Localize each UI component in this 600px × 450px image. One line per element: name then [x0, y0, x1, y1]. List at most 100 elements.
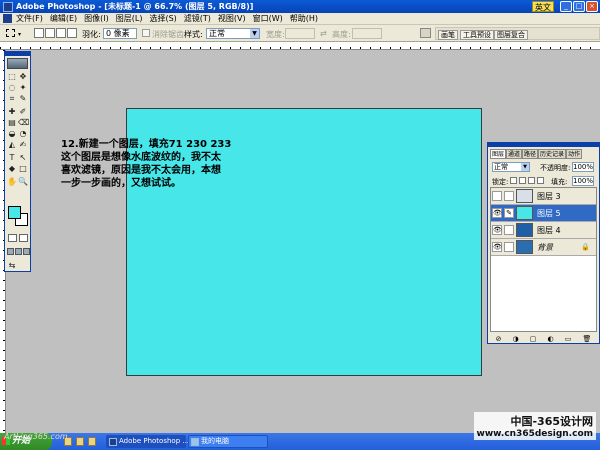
eraser-tool-icon[interactable]: ◒	[7, 129, 17, 139]
magic-wand-tool-icon[interactable]: ✦	[18, 83, 28, 93]
palette-tabs: 图层 通道 路径 历史记录 动作	[490, 149, 597, 159]
feather-field[interactable]: 0 像素	[103, 28, 137, 39]
pen-tool-icon[interactable]: ◆	[7, 164, 17, 174]
toolbox-palette: ⬚ ✥ ◌ ✦ ⌗ ✎ ✚ ✐ ▤ ⌫ ◒ ◔ ◭ ✍ T ↖ ◆ □ ✋ 🔍 …	[4, 51, 31, 272]
menu-window[interactable]: 窗口(W)	[253, 13, 283, 24]
horizontal-ruler[interactable]	[0, 42, 600, 50]
layer-row[interactable]: 👁 图层 4	[491, 222, 596, 239]
fill-field[interactable]: 100%	[572, 176, 594, 186]
feather-label: 羽化:	[82, 30, 101, 39]
well-tab-brushes[interactable]: 画笔	[438, 30, 458, 40]
close-button[interactable]: ×	[586, 1, 598, 12]
standard-screen-button[interactable]	[7, 248, 14, 255]
tab-layers[interactable]: 图层	[490, 149, 507, 159]
trash-icon[interactable]: 🗑	[583, 334, 592, 344]
link-toggle[interactable]	[504, 225, 514, 235]
file-browser-icon[interactable]	[420, 28, 431, 38]
quicklaunch-icon[interactable]	[88, 437, 96, 446]
path-selection-tool-icon[interactable]: ↖	[18, 153, 28, 163]
caption-line: 喜欢滤镜，原因是我不太会用，本想	[61, 165, 221, 176]
eye-icon[interactable]: 👁	[492, 208, 502, 218]
opacity-field[interactable]: 100%	[572, 162, 594, 172]
standard-mode-button[interactable]	[8, 234, 17, 242]
lasso-tool-icon[interactable]: ◌	[7, 83, 17, 93]
menu-select[interactable]: 选择(S)	[149, 13, 176, 24]
photoshop-app-icon[interactable]	[3, 1, 13, 12]
intersect-selection-button[interactable]	[67, 28, 77, 38]
menu-filter[interactable]: 滤镜(T)	[184, 13, 211, 24]
tab-actions[interactable]: 动作	[566, 149, 583, 159]
link-toggle[interactable]	[504, 191, 514, 201]
imageready-jump-icon[interactable]: ⇆	[7, 261, 17, 271]
add-selection-button[interactable]	[45, 28, 55, 38]
eye-icon[interactable]: 👁	[492, 225, 502, 235]
blend-mode-select[interactable]: 正常 ▼	[492, 162, 530, 172]
quicklaunch-icon[interactable]	[76, 437, 84, 446]
link-layers-icon[interactable]: ⊘	[496, 334, 502, 344]
menu-help[interactable]: 帮助(H)	[290, 13, 318, 24]
document-icon[interactable]	[3, 14, 12, 23]
history-brush-tool-icon[interactable]: ⌫	[18, 118, 29, 128]
type-tool-icon[interactable]: T	[7, 153, 17, 163]
brush-tool-icon[interactable]: ✐	[18, 107, 28, 117]
tool-preset-caret-icon[interactable]: ▾	[18, 31, 21, 38]
foreground-color-swatch[interactable]	[8, 206, 21, 219]
antialias-checkbox[interactable]	[142, 29, 150, 37]
hand-tool-icon[interactable]: ✋	[7, 177, 17, 187]
layer-mask-icon[interactable]: ▢	[530, 334, 537, 344]
layer-style-icon[interactable]: ◑	[513, 334, 519, 344]
tab-paths[interactable]: 路径	[522, 149, 539, 159]
move-tool-icon[interactable]: ✥	[18, 72, 28, 82]
lock-position-checkbox[interactable]	[528, 177, 535, 184]
full-screen-button[interactable]	[23, 248, 30, 255]
gradient-tool-icon[interactable]: ◔	[18, 129, 28, 139]
blur-tool-icon[interactable]: ◭	[7, 140, 17, 150]
new-selection-button[interactable]	[34, 28, 44, 38]
menu-file[interactable]: 文件(F)	[16, 13, 43, 24]
quick-mask-button[interactable]	[19, 234, 28, 242]
eye-icon[interactable]: 👁	[492, 242, 502, 252]
layer-row[interactable]: 👁 背景 🔒	[491, 239, 596, 256]
clone-stamp-tool-icon[interactable]: ▤	[7, 118, 17, 128]
new-layer-icon[interactable]: ▭	[565, 334, 572, 344]
height-field[interactable]	[352, 28, 382, 39]
marquee-tool-icon[interactable]: ⬚	[7, 72, 17, 82]
menu-image[interactable]: 图像(I)	[84, 13, 109, 24]
menu-view[interactable]: 视图(V)	[218, 13, 246, 24]
visibility-toggle[interactable]	[492, 191, 502, 201]
layer-row-selected[interactable]: 👁 ✎ 图层 5	[491, 205, 596, 222]
ime-indicator[interactable]: 英文	[532, 1, 554, 12]
brush-icon[interactable]: ✎	[504, 208, 514, 218]
width-field[interactable]	[285, 28, 315, 39]
slice-tool-icon[interactable]: ✎	[18, 94, 28, 104]
rectangular-marquee-icon[interactable]	[6, 29, 15, 37]
photoshop-app-icon	[109, 438, 117, 446]
minimize-button[interactable]: _	[560, 1, 572, 12]
menu-edit[interactable]: 编辑(E)	[50, 13, 77, 24]
dodge-tool-icon[interactable]: ✍	[18, 140, 28, 150]
style-select[interactable]: 正常 ▼	[206, 28, 260, 39]
well-tab-layer-comps[interactable]: 图层复合	[494, 30, 528, 40]
full-screen-menu-button[interactable]	[15, 248, 22, 255]
maximize-button[interactable]: □	[573, 1, 585, 12]
adobe-online-icon[interactable]	[7, 58, 28, 69]
shape-tool-icon[interactable]: □	[18, 164, 28, 174]
tab-history[interactable]: 历史记录	[538, 149, 567, 159]
lock-image-checkbox[interactable]	[519, 177, 526, 184]
link-toggle[interactable]	[504, 242, 514, 252]
tab-channels[interactable]: 通道	[506, 149, 523, 159]
swap-icon[interactable]: ⇄	[320, 29, 327, 38]
watermark-line-2: www.cn365design.com	[476, 429, 593, 439]
taskbar-my-computer[interactable]: 我的电脑	[188, 435, 268, 448]
adjustment-layer-icon[interactable]: ◐	[548, 334, 554, 344]
lock-transparency-checkbox[interactable]	[510, 177, 517, 184]
menu-layer[interactable]: 图层(L)	[116, 13, 143, 24]
healing-brush-tool-icon[interactable]: ✚	[7, 107, 17, 117]
crop-tool-icon[interactable]: ⌗	[7, 94, 17, 104]
lock-all-checkbox[interactable]	[537, 177, 544, 184]
well-tab-tool-presets[interactable]: 工具预设	[460, 30, 494, 40]
subtract-selection-button[interactable]	[56, 28, 66, 38]
zoom-tool-icon[interactable]: 🔍	[18, 177, 28, 187]
layer-row[interactable]: 图层 3	[491, 188, 596, 205]
taskbar-photoshop[interactable]: Adobe Photoshop ...	[106, 435, 189, 448]
